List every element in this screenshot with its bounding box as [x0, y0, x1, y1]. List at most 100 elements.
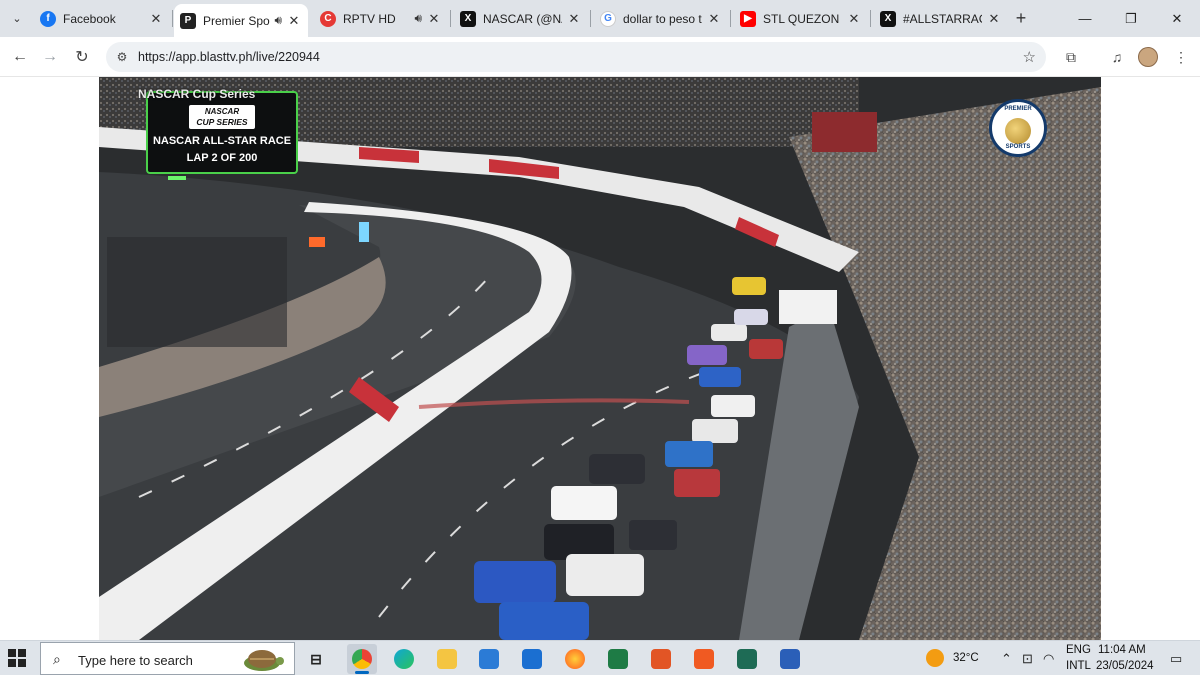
tab-strip: ⌄ f Facebook ✕ P Premier Spo 🔊︎ ✕ C RPTV…	[0, 0, 1200, 37]
bookmark-star-icon[interactable]: ☆	[1023, 48, 1036, 66]
close-icon[interactable]: ✕	[986, 11, 1002, 27]
tab-youtube[interactable]: ▶ STL QUEZON - Y ✕	[734, 4, 868, 33]
chrome-icon	[352, 649, 372, 669]
series-label: NASCAR Cup Series	[138, 87, 256, 101]
search-icon: ⌕	[53, 651, 61, 667]
tab-title: #ALLSTARRACE	[903, 11, 982, 26]
firefox-button[interactable]	[560, 644, 590, 674]
close-icon[interactable]: ✕	[286, 13, 302, 29]
menu-kebab-icon[interactable]: ⋮	[1170, 46, 1192, 68]
nascar-cup-series-logo: NASCAR CUP SERIES	[189, 105, 255, 129]
excel-icon	[608, 649, 628, 669]
close-icon: ✕	[1171, 10, 1183, 26]
turtle-highlight-icon	[244, 650, 284, 671]
premier-sports-logo: PREMIER SPORTS	[989, 99, 1047, 157]
tab-title: Facebook	[63, 11, 116, 26]
edge-icon	[394, 649, 414, 669]
close-window-button[interactable]: ✕	[1154, 0, 1200, 37]
google-icon: G	[600, 10, 616, 27]
close-icon[interactable]: ✕	[706, 11, 722, 27]
page-content: NASCAR Cup Series NASCAR CUP SERIES NASC…	[0, 77, 1200, 640]
x-icon: X	[880, 10, 896, 27]
tab-allstarrace-x[interactable]: X #ALLSTARRACE ✕	[874, 4, 1008, 33]
tab-google-search[interactable]: G dollar to peso to ✕	[594, 4, 728, 33]
url-text[interactable]: https://app.blasttv.ph/live/220944	[138, 50, 320, 64]
orange-app-icon	[651, 649, 671, 669]
brave-icon	[694, 649, 714, 669]
tab-premier-sports[interactable]: P Premier Spo 🔊︎ ✕	[174, 4, 308, 37]
excel-button[interactable]	[603, 644, 633, 674]
back-button[interactable]: ←	[8, 45, 32, 69]
profile-avatar[interactable]	[1138, 47, 1158, 67]
tab-title: STL QUEZON - Y	[763, 11, 842, 26]
tab-title: RPTV HD	[343, 11, 396, 26]
restore-icon: ❐	[1125, 10, 1137, 26]
forward-button[interactable]: →	[38, 45, 62, 69]
close-icon[interactable]: ✕	[566, 11, 582, 27]
search-placeholder: Type here to search	[78, 653, 193, 668]
windows-taskbar: ⌕ Type here to search ⊟ 32°C ⌃ ⊡ ◠ ENG I…	[0, 640, 1200, 675]
green-app-icon	[737, 649, 757, 669]
speaker-icon[interactable]: 🔊︎	[414, 11, 422, 26]
taskbar-search-box[interactable]: ⌕ Type here to search	[40, 642, 295, 675]
windows-start-button[interactable]	[8, 649, 26, 667]
brave-button[interactable]	[689, 644, 719, 674]
green-flag-indicator	[168, 176, 186, 180]
app-orange-button[interactable]	[646, 644, 676, 674]
reload-button[interactable]: ↻	[70, 45, 94, 69]
edge-taskbar-button[interactable]	[389, 644, 419, 674]
wifi-icon[interactable]: ◠	[1043, 651, 1054, 667]
keyboard-layout[interactable]: INTL	[1066, 660, 1091, 672]
tab-rptv[interactable]: C RPTV HD 🔊︎ ✕	[314, 4, 448, 33]
network-logo-top-text: PREMIER	[1004, 106, 1032, 112]
address-bar[interactable]: ⚙ https://app.blasttv.ph/live/220944 ☆	[106, 42, 1046, 72]
weather-sun-icon[interactable]	[926, 649, 944, 667]
restore-button[interactable]: ❐	[1108, 0, 1154, 37]
globe-icon	[1005, 118, 1031, 144]
weather-temperature[interactable]: 32°C	[953, 652, 979, 664]
close-icon[interactable]: ✕	[426, 11, 442, 27]
youtube-icon: ▶	[740, 10, 756, 27]
rptv-icon: C	[320, 10, 336, 27]
camera-icon[interactable]: ⊡	[1022, 651, 1033, 667]
minimize-icon: —	[1078, 11, 1092, 26]
minimize-button[interactable]: —	[1062, 0, 1108, 37]
live-video-player[interactable]: NASCAR Cup Series NASCAR CUP SERIES NASC…	[99, 77, 1101, 640]
logo-line1: NASCAR	[204, 107, 240, 116]
chrome-taskbar-button[interactable]	[347, 644, 377, 674]
language-indicator[interactable]: ENG	[1066, 644, 1091, 656]
chevron-up-icon[interactable]: ⌃	[1001, 651, 1012, 667]
notifications-icon[interactable]: ▭	[1170, 651, 1182, 667]
folder-icon	[437, 649, 457, 669]
media-controls-icon[interactable]: ♫	[1106, 46, 1128, 68]
word-button[interactable]	[775, 644, 805, 674]
premier-sports-icon: P	[180, 12, 196, 29]
extensions-icon[interactable]: ⧉	[1060, 46, 1082, 68]
logo-line2: CUP SERIES	[196, 117, 248, 127]
tab-facebook[interactable]: f Facebook ✕	[34, 4, 170, 33]
tab-nascar-x[interactable]: X NASCAR (@NAS ✕	[454, 4, 588, 33]
clock-time[interactable]: 11:04 AM	[1098, 644, 1146, 656]
facebook-icon: f	[40, 10, 56, 27]
race-scorebug: NASCAR Cup Series NASCAR CUP SERIES NASC…	[138, 87, 298, 180]
store-button[interactable]	[474, 644, 504, 674]
tab-title: Premier Spo	[203, 13, 270, 28]
speaker-icon[interactable]: 🔊︎	[274, 13, 282, 28]
task-view-button[interactable]: ⊟	[301, 644, 331, 674]
tab-title: dollar to peso to	[623, 11, 702, 26]
plus-icon: +	[1015, 7, 1027, 28]
new-tab-button[interactable]: +	[1010, 7, 1032, 29]
tab-search-icon[interactable]: ⌄	[6, 7, 28, 29]
clock-date[interactable]: 23/05/2024	[1096, 660, 1154, 672]
race-name: NASCAR ALL-STAR RACE	[152, 135, 292, 147]
close-icon[interactable]: ✕	[846, 11, 862, 27]
x-icon: X	[460, 10, 476, 27]
network-logo-bottom-text: SPORTS	[1005, 144, 1031, 150]
site-info-icon[interactable]: ⚙	[114, 49, 130, 65]
mail-button[interactable]	[517, 644, 547, 674]
arrow-right-icon: →	[42, 48, 58, 65]
reload-icon: ↻	[75, 49, 89, 66]
app-green-button[interactable]	[732, 644, 762, 674]
file-explorer-button[interactable]	[432, 644, 462, 674]
close-icon[interactable]: ✕	[148, 11, 164, 27]
